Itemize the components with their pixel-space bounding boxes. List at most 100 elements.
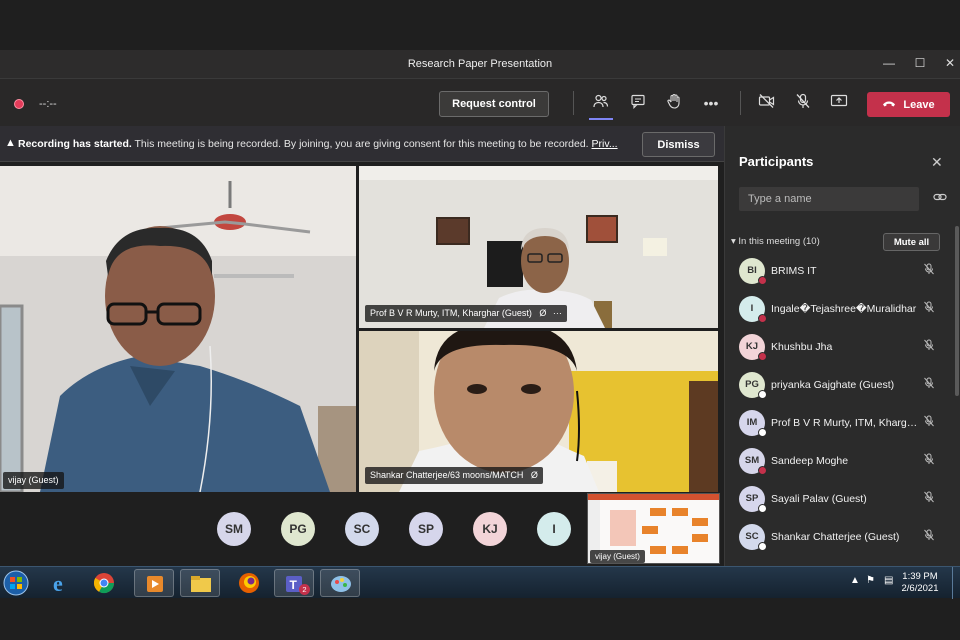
more-icon[interactable]: ••• [701,93,721,113]
firefox-icon[interactable] [229,569,269,597]
avatar: BI [739,258,767,285]
windows-taskbar: e T 2 ▲ ⚑ ▤ 1:39 PM 2/6/2021 [0,566,960,599]
video-tile-vijay[interactable]: vijay (Guest) [0,166,356,492]
status-badge [758,428,767,437]
participant-search-input[interactable] [739,187,919,211]
participants-panel: Participants ✕ ▾ In this meeting (10) Mu… [724,126,960,566]
video-name-label: Prof B V R Murty, ITM, Kharghar (Guest) [370,308,532,318]
status-badge [758,542,767,551]
chevron-down-icon: ▾ [731,236,736,247]
panel-scrollbar[interactable] [955,226,959,396]
video-feed [0,166,356,492]
status-badge [758,352,767,361]
teams-icon[interactable]: T 2 [274,569,314,597]
mic-off-icon[interactable] [923,453,935,468]
avatar: IM [739,410,767,437]
recording-banner: ▲ Recording has started. This meeting is… [0,126,724,162]
mic-off-icon[interactable] [793,93,813,113]
avatar-initials: PG [745,379,759,390]
shared-content-thumbnail[interactable]: vijay (Guest) [587,493,720,564]
banner-text: This meeting is being recorded. By joini… [131,138,592,150]
internet-explorer-icon[interactable]: e [41,569,81,597]
status-badge [758,314,767,323]
avatar[interactable]: PG [281,512,315,546]
maximize-icon[interactable]: ☐ [912,55,928,71]
avatar[interactable]: SM [217,512,251,546]
video-feed [359,166,718,328]
meeting-toolbar: --:-- Request control ••• Leave [0,78,960,126]
minimize-icon[interactable]: — [881,55,897,71]
participant-row[interactable]: BI BRIMS IT [725,254,960,290]
media-player-icon[interactable] [134,569,174,597]
mute-all-button[interactable]: Mute all [883,233,940,251]
mic-off-icon[interactable] [923,491,935,506]
flag-icon[interactable]: ⚑ [866,575,875,586]
participant-row[interactable]: KJ Khushbu Jha [725,330,960,366]
privacy-link[interactable]: Priv... [592,138,618,150]
participant-row[interactable]: SM Sandeep Moghe [725,444,960,480]
mic-off-icon[interactable] [923,339,935,354]
avatar-initials: SM [744,455,760,466]
in-meeting-section[interactable]: ▾ In this meeting (10) [731,236,820,247]
mic-off-icon[interactable] [923,415,935,430]
close-icon[interactable]: ✕ [942,55,958,71]
share-link-icon[interactable] [933,192,947,205]
video-stage: vijay (Guest) Prof B V R Murty, ITM, Kha… [0,162,724,566]
chrome-icon[interactable] [84,569,124,597]
meeting-timer: --:-- [39,98,57,110]
share-icon[interactable] [829,93,849,113]
status-badge [758,390,767,399]
request-control-button[interactable]: Request control [439,91,549,117]
chat-icon[interactable] [628,93,648,113]
mic-off-icon[interactable] [923,301,935,316]
paint-icon[interactable] [320,569,360,597]
avatar[interactable]: SP [409,512,443,546]
dismiss-button[interactable]: Dismiss [642,132,715,157]
start-button[interactable] [2,569,30,597]
avatar: SP [739,486,767,513]
avatar-initials: IM [746,417,758,428]
more-icon[interactable]: ··· [553,308,562,318]
avatar[interactable]: KJ [473,512,507,546]
mic-off-icon: Ø [539,308,547,318]
camera-off-icon[interactable] [757,93,777,113]
avatar-initials: BI [747,265,757,276]
svg-text:e: e [53,571,63,596]
section-label: In this meeting (10) [738,236,820,247]
mic-off-icon[interactable] [923,263,935,278]
participant-row[interactable]: SP Sayali Palav (Guest) [725,482,960,518]
taskbar-clock[interactable]: 1:39 PM 2/6/2021 [900,571,940,595]
show-hidden-icons-icon[interactable]: ▲ [850,575,860,586]
window-title: Research Paper Presentation [407,58,553,70]
participant-row[interactable]: PG priyanka Gajghate (Guest) [725,368,960,404]
raise-hand-icon[interactable] [664,93,684,113]
avatar-initials: SP [745,493,759,504]
video-tile-prof-murty[interactable]: Prof B V R Murty, ITM, Kharghar (Guest) … [359,166,718,328]
video-tile-shankar[interactable]: Shankar Chatterjee/63 moons/MATCH Ø [359,331,718,492]
toolbar-divider [740,91,741,115]
recording-indicator-icon [14,99,24,109]
network-icon[interactable]: ▤ [884,575,893,586]
avatar[interactable]: I [537,512,571,546]
show-desktop-button[interactable] [952,567,960,599]
participant-row[interactable]: IM Prof B V R Murty, ITM, Khargh... [725,406,960,442]
participant-name: Sayali Palav (Guest) [771,493,867,505]
warning-icon: ▲ [5,137,16,149]
close-icon[interactable]: ✕ [931,154,943,171]
banner-message: Recording has started. This meeting is b… [18,138,633,150]
leave-button[interactable]: Leave [867,92,950,117]
participant-name: Shankar Chatterjee (Guest) [771,531,900,543]
participant-row[interactable]: I Ingale�Tejashree�Muralidhar [725,292,960,328]
mic-off-icon[interactable] [923,377,935,392]
avatar[interactable]: SC [345,512,379,546]
avatar-initials: SC [745,531,759,542]
mic-off-icon[interactable] [923,529,935,544]
avatar: SM [739,448,767,475]
clock-date: 2/6/2021 [901,583,939,594]
participants-icon[interactable] [589,93,613,120]
status-badge [758,504,767,513]
toolbar-divider [573,91,574,115]
participant-row[interactable]: SC Shankar Chatterjee (Guest) [725,520,960,556]
title-bar: Research Paper Presentation — ☐ ✕ [0,50,960,78]
file-explorer-icon[interactable] [180,569,220,597]
